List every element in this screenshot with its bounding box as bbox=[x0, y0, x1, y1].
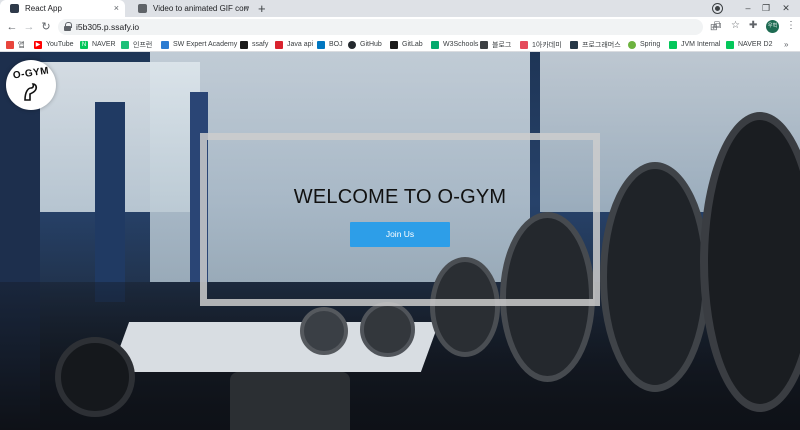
blog-icon bbox=[480, 40, 488, 49]
gitlab-icon bbox=[390, 40, 398, 49]
close-window-button[interactable]: ✕ bbox=[772, 0, 800, 17]
inflearn-icon bbox=[121, 40, 129, 49]
swea-icon bbox=[161, 40, 169, 49]
programmers-icon bbox=[570, 40, 578, 49]
lock-icon[interactable] bbox=[64, 22, 72, 31]
tab-title: Video to animated GIF converter bbox=[153, 4, 249, 13]
react-favicon-icon bbox=[10, 4, 19, 13]
forward-button[interactable]: → bbox=[21, 19, 37, 35]
bookmark-apps[interactable]: 앱 bbox=[6, 39, 24, 50]
bookmark-ssafy[interactable]: ssafy bbox=[240, 39, 268, 50]
github-icon bbox=[348, 40, 356, 49]
bookmark-gitlab[interactable]: GitLab bbox=[390, 39, 423, 50]
bookmark-naver[interactable]: N NAVER bbox=[80, 39, 116, 50]
dumbbell-plate bbox=[300, 307, 348, 355]
logo-text: O-GYM bbox=[12, 65, 50, 82]
back-button[interactable]: ← bbox=[4, 19, 20, 35]
tab-close-icon[interactable]: × bbox=[114, 3, 119, 14]
media-control-icon[interactable] bbox=[713, 4, 722, 13]
bookmark-java-api[interactable]: Java api bbox=[275, 39, 313, 50]
bookmark-w3schools[interactable]: W3Schools bbox=[431, 39, 478, 50]
tab-gif-converter[interactable]: Video to animated GIF converter × bbox=[128, 0, 255, 17]
browser-toolbar: ← → ↻ i5b305.p.ssafy.io ⊞ bbox=[0, 17, 800, 37]
tab-react-app[interactable]: React App × bbox=[0, 0, 125, 17]
hero-title: WELCOME TO O-GYM bbox=[293, 186, 507, 208]
new-tab-button[interactable]: + bbox=[258, 1, 266, 16]
apps-grid-icon bbox=[6, 40, 14, 49]
dumbbell-plate bbox=[55, 337, 135, 417]
bookmark-inflearn[interactable]: 인프런 bbox=[121, 39, 152, 50]
bookmark-boj[interactable]: BOJ bbox=[317, 39, 343, 50]
w3schools-icon bbox=[431, 40, 439, 49]
bookmark-blog[interactable]: 블로그 bbox=[480, 39, 511, 50]
dumbbell-plate bbox=[600, 162, 710, 392]
spring-icon bbox=[628, 40, 636, 49]
boj-icon bbox=[317, 40, 325, 49]
bookmark-programmers[interactable]: 프로그래머스 bbox=[570, 39, 621, 50]
star-icon[interactable]: ☆ bbox=[731, 19, 740, 33]
page-content: O-GYM WELCOME TO O-GYM Join Us bbox=[0, 52, 800, 430]
url-text[interactable]: i5b305.p.ssafy.io bbox=[76, 19, 139, 35]
dumbbell-rack bbox=[230, 372, 350, 430]
bookmark-youtube[interactable]: ▶ YouTube bbox=[34, 39, 74, 50]
bookmark-spring[interactable]: Spring bbox=[628, 39, 660, 50]
puzzle-icon[interactable]: ✚ bbox=[749, 19, 757, 33]
image-favicon-icon bbox=[138, 4, 147, 13]
tab-title: React App bbox=[25, 4, 62, 13]
youtube-icon: ▶ bbox=[34, 40, 42, 49]
tab-close-icon[interactable]: × bbox=[244, 3, 249, 14]
naver-d2-icon bbox=[726, 40, 734, 49]
o-gym-logo[interactable]: O-GYM bbox=[6, 60, 56, 110]
address-bar[interactable]: i5b305.p.ssafy.io ⊞ bbox=[58, 19, 718, 35]
bookmark-jvm-internal[interactable]: JVM Internal bbox=[669, 39, 720, 50]
bookmark-academy[interactable]: 1아카데미 bbox=[520, 39, 562, 50]
profile-avatar[interactable]: 우혁 bbox=[766, 20, 779, 33]
naver-icon: N bbox=[80, 40, 88, 49]
ssafy-icon bbox=[240, 40, 248, 49]
flexed-arm-icon bbox=[24, 83, 38, 101]
wall-column bbox=[95, 102, 125, 302]
tab-strip: React App × Video to animated GIF conver… bbox=[0, 0, 800, 17]
bookmark-naver-d2[interactable]: NAVER D2 bbox=[726, 39, 773, 50]
bookmark-github[interactable]: GitHub bbox=[348, 39, 382, 50]
reload-button[interactable]: ↻ bbox=[38, 19, 54, 35]
bookmarks-bar: 앱 ▶ YouTube N NAVER 인프런 SW Expert Academy … bbox=[0, 37, 800, 52]
dumbbell-plate bbox=[360, 302, 415, 357]
java-icon bbox=[275, 40, 283, 49]
hero-frame bbox=[200, 133, 600, 306]
academy-icon bbox=[520, 40, 528, 49]
translate-icon[interactable]: ⧉ bbox=[714, 19, 721, 33]
join-us-button[interactable]: Join Us bbox=[350, 222, 450, 247]
bookmarks-overflow-icon[interactable]: » bbox=[784, 39, 788, 50]
bookmark-swea[interactable]: SW Expert Academy bbox=[161, 39, 237, 50]
jvm-icon bbox=[669, 40, 677, 49]
menu-icon[interactable]: ⋮ bbox=[786, 19, 796, 33]
